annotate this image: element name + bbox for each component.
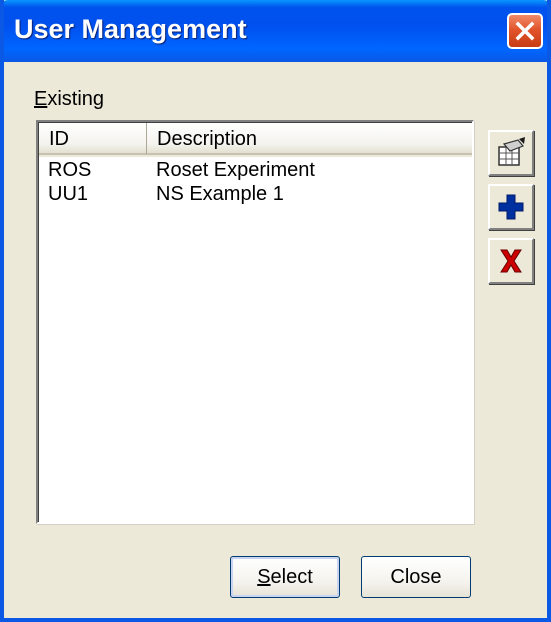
window-title: User Management <box>14 14 247 44</box>
title-bar[interactable]: User Management <box>4 0 547 62</box>
edit-button[interactable] <box>488 130 534 176</box>
column-header-description[interactable]: Description <box>147 123 472 155</box>
existing-label: Existing <box>34 88 105 110</box>
close-button[interactable]: Close <box>361 556 471 598</box>
row-id: UU1 <box>48 183 89 205</box>
row-description: Roset Experiment <box>156 159 315 181</box>
select-button[interactable]: Select <box>230 556 340 598</box>
delete-button[interactable] <box>488 238 534 284</box>
edit-table-icon <box>498 137 525 166</box>
list-row[interactable]: UU1 NS Example 1 <box>39 182 472 206</box>
list-row[interactable]: ROS Roset Experiment <box>39 158 472 182</box>
close-icon <box>515 21 535 41</box>
existing-list[interactable]: ID Description ROS Roset Experiment UU1 … <box>36 120 474 524</box>
column-header-id[interactable]: ID <box>39 123 147 155</box>
delete-x-icon <box>500 249 522 273</box>
close-window-button[interactable] <box>507 13 543 49</box>
row-id: ROS <box>48 159 92 181</box>
add-button[interactable] <box>488 184 534 230</box>
add-plus-icon <box>498 194 524 220</box>
row-description: NS Example 1 <box>156 183 284 205</box>
list-header: ID Description <box>39 123 472 157</box>
user-management-dialog: User Management Existing ID Description … <box>0 0 551 622</box>
